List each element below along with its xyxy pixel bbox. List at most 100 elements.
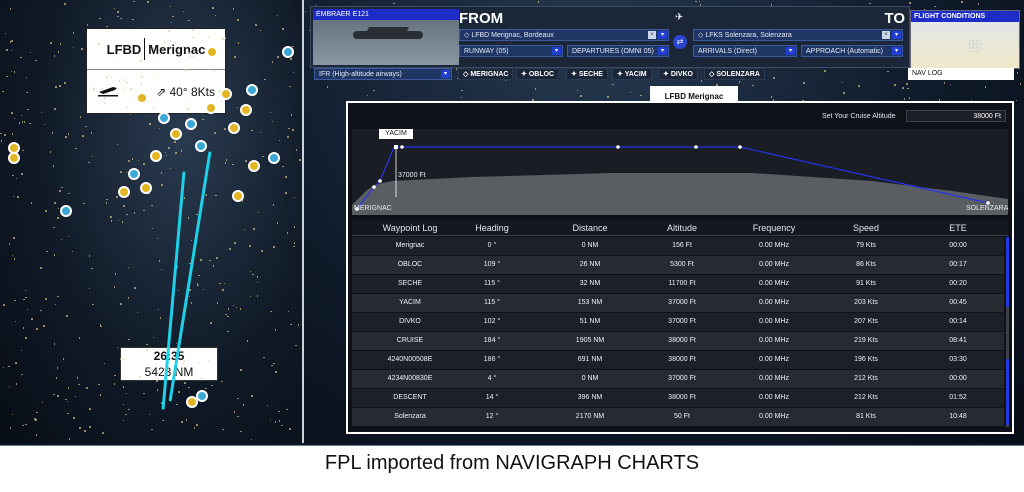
departure-airport-field[interactable]: ◇ LFBD Merignac, Bordeaux × ▾ — [459, 29, 669, 41]
waypoint-chip-solenzara[interactable]: ◇ SOLENZARA — [704, 68, 765, 80]
waypoint-marker-icon[interactable] — [268, 152, 280, 164]
city-light — [165, 154, 168, 157]
city-light — [78, 383, 80, 386]
approach-select[interactable]: APPROACH (Automatic) ▾ — [801, 45, 903, 57]
table-cell: 00:14 — [949, 318, 967, 325]
airport-marker-icon[interactable] — [170, 128, 182, 140]
city-light — [24, 289, 27, 292]
world-map-left[interactable]: LFBD Merignac ⇗ 40° 8Kts 26:35 5423 NM — [0, 0, 304, 443]
chevron-down-icon[interactable]: ▾ — [658, 31, 667, 39]
waypoint-marker-icon[interactable] — [282, 46, 294, 58]
city-light — [934, 5, 936, 8]
city-light — [239, 308, 241, 310]
city-light — [132, 18, 134, 21]
city-light — [187, 217, 190, 219]
chevron-down-icon[interactable]: ▾ — [786, 47, 795, 55]
city-light — [209, 259, 211, 262]
airport-marker-icon[interactable] — [205, 102, 217, 114]
city-light — [114, 273, 117, 275]
waypoint-marker-icon[interactable] — [158, 112, 170, 124]
city-light — [869, 2, 871, 5]
profile-point — [400, 145, 404, 149]
arrival-airport-field[interactable]: ◇ LFKS Solenzara, Solenzara × ▾ — [693, 29, 903, 41]
airplane-icon: ✈ — [675, 12, 684, 23]
cruise-altitude-input[interactable]: 38000 Ft — [906, 110, 1006, 122]
swap-airports-icon[interactable]: ⇄ — [673, 35, 687, 49]
airport-marker-icon[interactable] — [140, 182, 152, 194]
route-type-select[interactable]: IFR (High-altitude airways) ▾ — [314, 68, 452, 80]
airport-marker-icon[interactable] — [8, 152, 20, 164]
flight-conditions-panel[interactable]: FLIGHT CONDITIONS ☼ — [910, 10, 1020, 69]
table-row[interactable]: 4234N00830E 4 ° 0 NM 37000 Ft 0.00 MHz 212 Kt… — [352, 370, 1004, 389]
city-light — [79, 116, 82, 118]
city-light — [235, 306, 238, 309]
table-row[interactable]: 4240N00508E 186 ° 691 NM 38000 Ft 0.00 MHz 19… — [352, 351, 1004, 370]
waypoint-chip-merignac[interactable]: ◇ MERIGNAC — [458, 68, 514, 80]
table-row[interactable]: Merignac 0 ° 0 NM 156 Ft 0.00 MHz 79 Kts 00:00 — [352, 237, 1004, 256]
scrollbar-thumb-secondary[interactable] — [1006, 359, 1009, 425]
runway-select[interactable]: RUNWAY (05) ▾ — [459, 45, 563, 57]
waypoint-chip-obloc[interactable]: ✦ OBLOC — [516, 68, 560, 80]
table-row[interactable]: Solenzara 12 ° 2170 NM 50 Ft 0.00 MHz 81 Kts 1… — [352, 408, 1004, 427]
city-light — [130, 88, 132, 90]
airport-marker-icon[interactable] — [248, 160, 260, 172]
city-light — [290, 114, 293, 116]
waypoint-marker-icon[interactable] — [128, 168, 140, 180]
city-light — [190, 302, 193, 304]
clear-departure-icon[interactable]: × — [648, 31, 656, 39]
waypoint-marker-icon[interactable] — [246, 84, 258, 96]
table-row[interactable]: CRUISE 184 ° 1905 NM 38000 Ft 0.00 MHz 219 Kt… — [352, 332, 1004, 351]
chevron-down-icon[interactable]: ▾ — [892, 47, 901, 55]
table-row[interactable]: DIVKO 102 ° 51 NM 37000 Ft 0.00 MHz 207 Kts 00… — [352, 313, 1004, 332]
city-light — [202, 118, 204, 121]
airport-info-card[interactable]: LFBD Merignac ⇗ 40° 8Kts — [86, 28, 226, 114]
waypoint-chip-divko[interactable]: ✦ DIVKO — [658, 68, 698, 80]
city-light — [35, 434, 38, 436]
chevron-down-icon[interactable]: ▾ — [552, 47, 561, 55]
city-light — [263, 356, 265, 359]
airport-marker-icon[interactable] — [118, 186, 130, 198]
city-light — [53, 343, 56, 345]
airport-marker-icon[interactable] — [206, 46, 218, 58]
waypoint-marker-icon[interactable] — [196, 390, 208, 402]
city-light — [841, 81, 844, 84]
scrollbar-thumb[interactable] — [1006, 237, 1009, 307]
airport-marker-icon[interactable] — [228, 122, 240, 134]
city-light — [140, 60, 142, 62]
city-light — [67, 133, 70, 135]
table-row[interactable]: DESCENT 14 ° 396 NM 38000 Ft 0.00 MHz 212 Kts… — [352, 389, 1004, 408]
airport-marker-icon[interactable] — [240, 104, 252, 116]
table-row[interactable]: YACIM 115 ° 153 NM 37000 Ft 0.00 MHz 203 Kts 0… — [352, 294, 1004, 313]
waypoint-marker-icon[interactable] — [60, 205, 72, 217]
airport-marker-icon[interactable] — [150, 150, 162, 162]
city-light — [202, 288, 205, 290]
city-light — [282, 165, 284, 168]
table-cell: 212 Kts — [854, 375, 878, 382]
table-row[interactable]: OBLOC 109 ° 26 NM 5300 Ft 0.00 MHz 86 Kts 00:1… — [352, 256, 1004, 275]
city-light — [127, 297, 130, 299]
chevron-down-icon[interactable]: ▾ — [658, 47, 667, 55]
city-light — [104, 97, 106, 99]
table-row[interactable]: SECHE 115 ° 32 NM 11700 Ft 0.00 MHz 91 Kts 00:… — [352, 275, 1004, 294]
city-light — [31, 318, 33, 320]
waypoint-chip-seche[interactable]: ✦ SECHE — [566, 68, 608, 80]
chevron-down-icon[interactable]: ▾ — [441, 70, 450, 78]
screenshot-frame: LFBD Merignac ⇗ 40° 8Kts 26:35 5423 NM E — [0, 0, 1024, 446]
profile-selected-waypoint-tag[interactable]: YACIM — [379, 129, 413, 139]
departure-procedure-select[interactable]: DEPARTURES (OMNI 05) ▾ — [567, 45, 669, 57]
nav-log-button[interactable]: NAV LOG — [908, 68, 1014, 80]
city-light — [366, 94, 369, 97]
clear-arrival-icon[interactable]: × — [882, 31, 890, 39]
aircraft-selector[interactable]: EMBRAER E121 — [313, 9, 459, 65]
chevron-down-icon[interactable]: ▾ — [892, 31, 901, 39]
waypoint-chip-yacim[interactable]: ✦ YACIM — [612, 68, 652, 80]
arrival-procedure-select[interactable]: ARRIVALS (Direct) ▾ — [693, 45, 797, 57]
airport-marker-icon[interactable] — [232, 190, 244, 202]
waypoint-marker-icon[interactable] — [195, 140, 207, 152]
city-light — [185, 69, 187, 71]
city-light — [99, 324, 102, 326]
city-light — [59, 43, 62, 45]
airport-marker-icon[interactable] — [136, 92, 148, 104]
airport-marker-icon[interactable] — [220, 88, 232, 100]
waypoint-marker-icon[interactable] — [185, 118, 197, 130]
